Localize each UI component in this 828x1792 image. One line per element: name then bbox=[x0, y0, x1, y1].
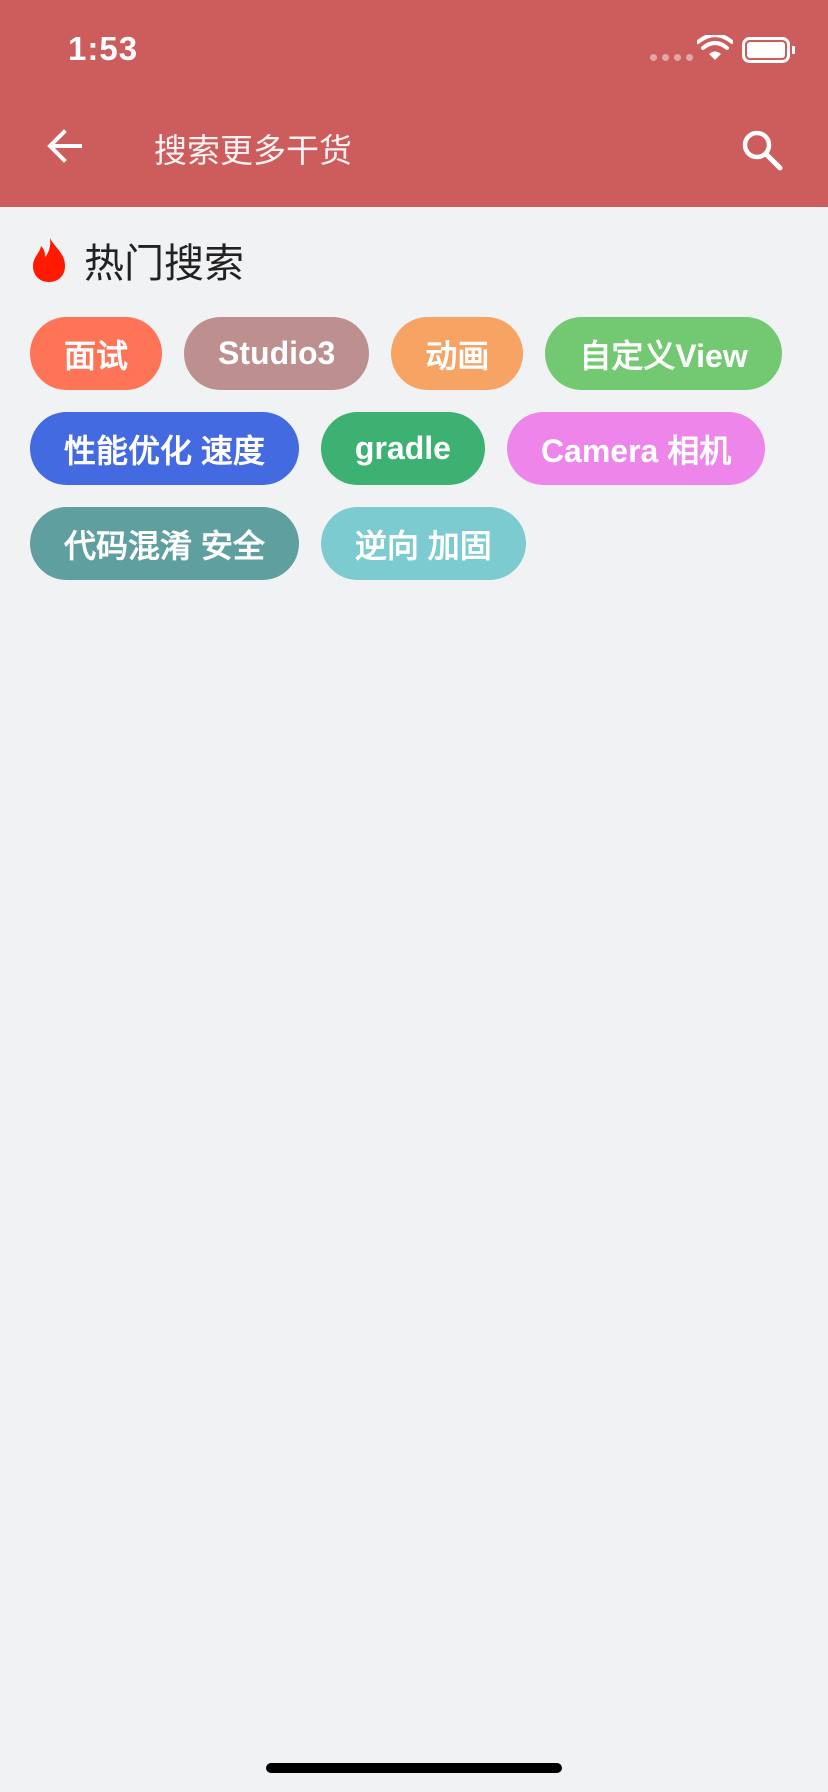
back-button[interactable] bbox=[36, 118, 92, 174]
tag-obfuscation[interactable]: 代码混淆 安全 bbox=[30, 507, 299, 580]
fire-icon bbox=[33, 238, 65, 282]
app-bar: 1:53 bbox=[0, 0, 828, 207]
search-button[interactable] bbox=[734, 122, 790, 178]
tag-animation[interactable]: 动画 bbox=[391, 317, 524, 390]
tag-studio3[interactable]: Studio3 bbox=[184, 317, 370, 390]
hot-search-tags: 面试 Studio3 动画 自定义View 性能优化 速度 gradle Cam… bbox=[30, 317, 790, 580]
tag-custom-view[interactable]: 自定义View bbox=[545, 317, 782, 390]
wifi-icon bbox=[697, 35, 733, 60]
search-icon bbox=[742, 130, 783, 171]
tag-interview[interactable]: 面试 bbox=[30, 317, 163, 390]
tag-gradle[interactable]: gradle bbox=[320, 412, 485, 485]
tag-reverse[interactable]: 逆向 加固 bbox=[320, 507, 526, 580]
search-screen: 1:53 热门 bbox=[0, 0, 828, 1792]
hot-search-header: 热门搜索 bbox=[30, 232, 244, 288]
home-indicator bbox=[266, 1763, 562, 1773]
hot-search-title: 热门搜索 bbox=[84, 241, 244, 287]
battery-icon bbox=[742, 37, 795, 63]
status-time: 1:53 bbox=[68, 30, 139, 67]
tag-camera[interactable]: Camera 相机 bbox=[506, 412, 766, 485]
search-input[interactable] bbox=[154, 124, 714, 176]
arrow-left-icon bbox=[47, 129, 82, 163]
tag-performance[interactable]: 性能优化 速度 bbox=[30, 412, 299, 485]
cellular-signal-icon bbox=[650, 54, 693, 61]
